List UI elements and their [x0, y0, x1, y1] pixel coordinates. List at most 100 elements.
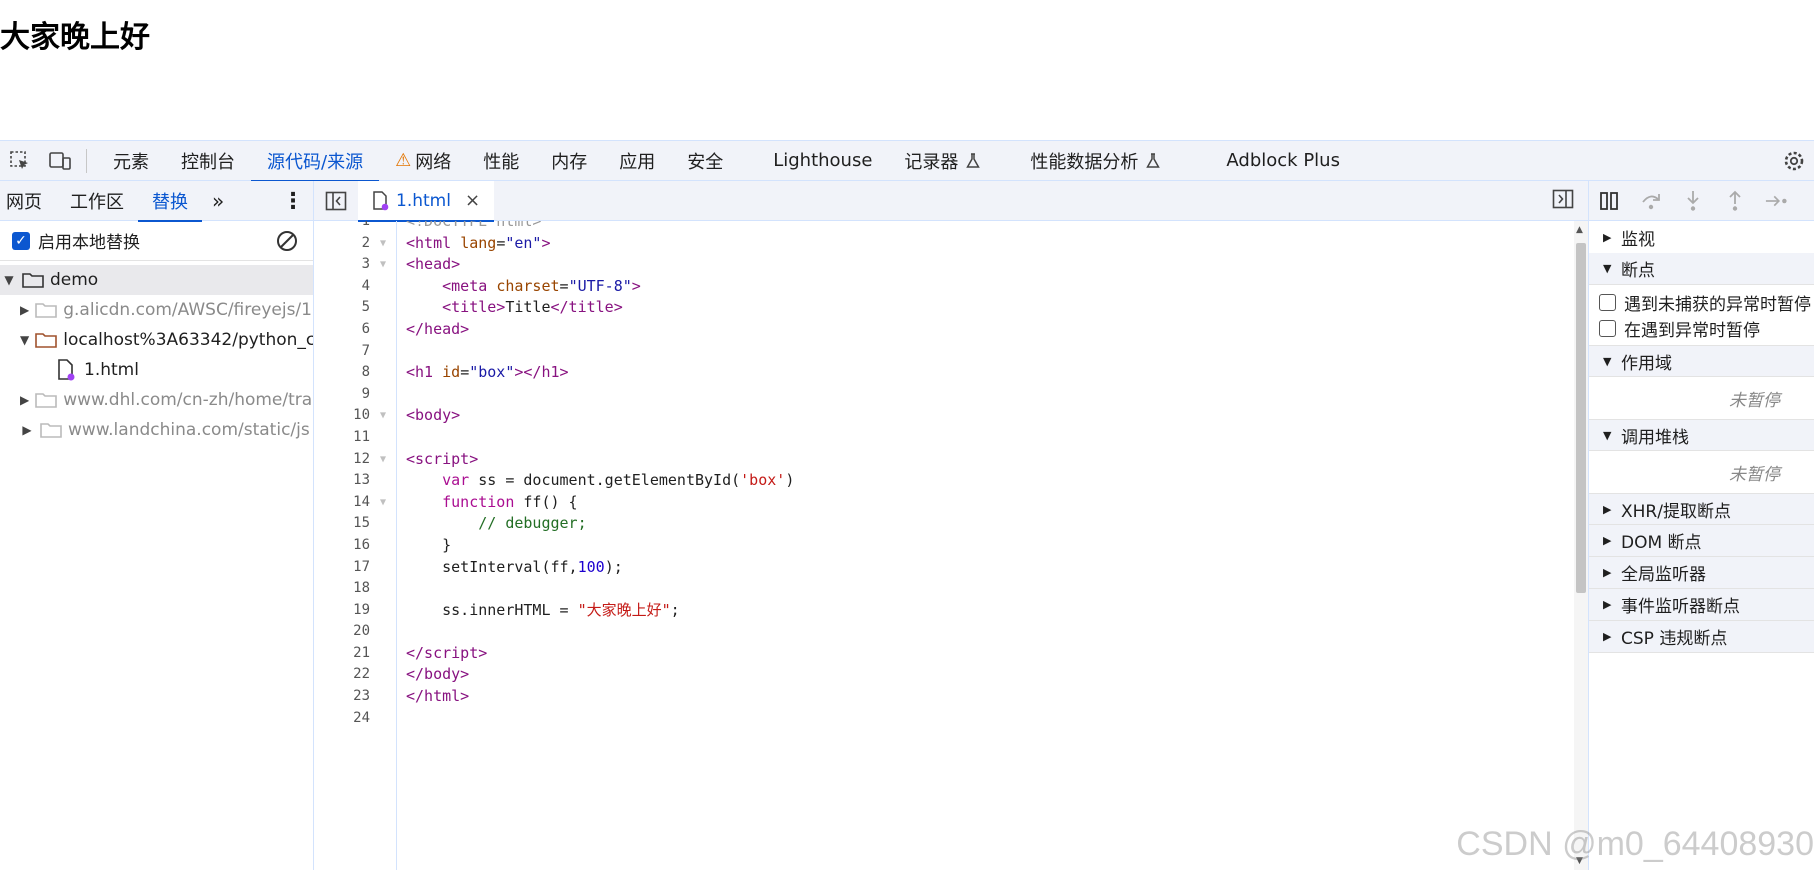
code-line: 4 <meta charset="UTF-8">: [361, 276, 641, 295]
fold-marker-icon: ▼: [380, 259, 387, 271]
folder-icon: [35, 333, 58, 348]
tab-recorder[interactable]: 记录器: [888, 141, 996, 181]
editor-scrollbar[interactable]: ▲ ▼: [1574, 221, 1588, 870]
editor-tab-1-html[interactable]: 1.html ×: [358, 180, 495, 222]
tab-console[interactable]: 控制台: [165, 141, 251, 181]
tab-workspace[interactable]: 工作区: [56, 181, 138, 221]
tab-sources[interactable]: 源代码/来源: [251, 141, 380, 182]
code-line: 18: [353, 580, 370, 597]
code-line: 15 // debugger;: [353, 514, 587, 533]
pause-caught-checkbox[interactable]: [1599, 319, 1616, 337]
toggle-navigator-icon[interactable]: [314, 191, 358, 211]
code-content[interactable]: 1 <!DOCTYPE html> 2 ▼ <html lang="en"> 3 ▼ <h…: [314, 221, 1574, 870]
devtools-main-toolbar: 元素 控制台 源代码/来源 ⚠ 网络 性能 内存 应用 安全 Lighthouse…: [0, 140, 1814, 182]
scroll-thumb[interactable]: [1576, 243, 1586, 593]
code-line: 17 setInterval(ff,100);: [353, 557, 623, 576]
section-global-listeners[interactable]: ▶ 全局监听器: [1589, 557, 1814, 589]
section-xhr-breakpoints[interactable]: ▶ XHR/提取断点: [1589, 493, 1814, 525]
code-line: 5 <title>Title</title>: [361, 298, 623, 317]
tab-performance-insights[interactable]: 性能数据分析: [1014, 141, 1176, 181]
tab-security[interactable]: 安全: [671, 141, 739, 181]
folder-icon: [22, 273, 44, 288]
pause-uncaught-row[interactable]: 遇到未捕获的异常时暂停: [1589, 289, 1814, 315]
toggle-debugger-icon[interactable]: [1552, 189, 1574, 213]
more-options-icon[interactable]: ⋮: [282, 189, 304, 214]
debugger-sidebar: ▶ 监视 ▼ 断点 遇到未捕获的异常时暂停 在遇到异常时暂停 ▼ 作用域 未暂停 ▼ 调…: [1588, 181, 1814, 870]
inspect-element-icon[interactable]: [0, 141, 40, 181]
section-scope[interactable]: ▼ 作用域: [1589, 345, 1814, 377]
tab-performance[interactable]: 性能: [467, 141, 535, 181]
warning-icon: ⚠: [395, 150, 412, 171]
enable-overrides-label: 启用本地替换: [38, 233, 140, 253]
tab-network[interactable]: ⚠ 网络: [379, 141, 467, 181]
tree-folder-demo[interactable]: ▼ demo: [0, 265, 313, 295]
tab-application[interactable]: 应用: [603, 141, 671, 181]
fold-marker-icon: ▼: [380, 237, 387, 249]
code-line: 13 var ss = document.getElementById('box…: [353, 471, 795, 490]
collapsed-triangle-icon: ▶: [20, 303, 30, 317]
tree-folder-dhl[interactable]: ▶ www.dhl.com/cn-zh/home/trac: [0, 385, 313, 415]
code-line: 14 ▼ function ff() {: [314, 492, 1554, 514]
clear-overrides-icon[interactable]: [275, 229, 299, 253]
tree-folder-alicdn[interactable]: ▶ g.alicdn.com/AWSC/fireyejs/1.2: [0, 295, 313, 325]
collapsed-triangle-icon: ▶: [1603, 230, 1612, 244]
page-heading: 大家晚上好: [0, 20, 150, 55]
folder-icon: [35, 303, 58, 318]
section-dom-breakpoints[interactable]: ▶ DOM 断点: [1589, 525, 1814, 557]
tab-overrides[interactable]: 替换: [138, 181, 202, 222]
more-tabs-button[interactable]: »: [202, 181, 234, 221]
code-line: 19 ss.innerHTML = "大家晚上好";: [353, 600, 680, 619]
code-line: 22 </body>: [353, 665, 470, 684]
file-modified-icon: [58, 359, 75, 381]
pause-uncaught-checkbox[interactable]: [1599, 293, 1616, 311]
code-line: 21 </script>: [353, 643, 488, 662]
folder-icon: [40, 423, 62, 438]
section-call-stack[interactable]: ▼ 调用堆栈: [1589, 419, 1814, 451]
tab-memory[interactable]: 内存: [535, 141, 603, 181]
debugger-toolbar: [1589, 181, 1814, 221]
scope-not-paused: 未暂停: [1729, 390, 1780, 411]
section-csp-violation-breakpoints[interactable]: ▶ CSP 违规断点: [1589, 621, 1814, 653]
navigator-tabs: 网页 工作区 替换 » ⋮: [0, 181, 313, 222]
section-breakpoints[interactable]: ▼ 断点: [1589, 253, 1814, 285]
tree-folder-localhost[interactable]: ▼ localhost%3A63342/python_co: [0, 325, 313, 355]
expanded-triangle-icon: ▼: [1603, 354, 1612, 368]
expanded-triangle-icon: ▼: [1603, 262, 1612, 275]
enable-overrides-checkbox[interactable]: ✓: [12, 231, 30, 250]
step-into-icon[interactable]: [1681, 189, 1705, 213]
collapsed-triangle-icon: ▶: [1603, 566, 1612, 579]
close-tab-icon[interactable]: ×: [465, 190, 480, 211]
tree-file-1-html[interactable]: 1.html: [0, 355, 313, 385]
collapsed-triangle-icon: ▶: [1603, 630, 1612, 643]
section-event-listener-breakpoints[interactable]: ▶ 事件监听器断点: [1589, 589, 1814, 621]
tab-page[interactable]: 网页: [0, 181, 56, 221]
fold-marker-icon: ▼: [380, 496, 387, 508]
folder-icon: [35, 393, 58, 408]
expanded-triangle-icon: ▼: [1603, 428, 1612, 442]
chevron-double-right-icon: »: [212, 188, 225, 213]
device-toolbar-icon[interactable]: [40, 141, 80, 181]
tab-elements[interactable]: 元素: [97, 141, 165, 181]
code-editor: 1.html × 1 <!DOCTYPE html> 2 ▼ <html lang="…: [314, 180, 1588, 870]
flask-icon: [1146, 152, 1161, 168]
step-over-icon[interactable]: [1639, 189, 1663, 213]
collapsed-triangle-icon: ▶: [1603, 534, 1612, 547]
code-line: 6 </head>: [361, 319, 470, 338]
tab-adblock-plus[interactable]: Adblock Plus: [1210, 141, 1356, 181]
tab-lighthouse[interactable]: Lighthouse: [757, 141, 888, 181]
code-line: 2 ▼ <html lang="en">: [314, 233, 1554, 255]
code-line: 10 ▼ <body>: [314, 405, 1554, 427]
pause-icon[interactable]: [1597, 189, 1621, 213]
collapsed-triangle-icon: ▶: [22, 423, 32, 437]
editor-tab-bar: 1.html ×: [314, 180, 1588, 222]
code-line: 12 ▼ <script>: [314, 449, 1554, 471]
code-line: 16 }: [353, 535, 452, 554]
scroll-up-icon[interactable]: ▲: [1576, 225, 1583, 235]
step-out-icon[interactable]: [1723, 189, 1747, 213]
overrides-tree: ▼ demo ▶ g.alicdn.com/AWSC/fireyejs/1.2 …: [0, 261, 313, 445]
pause-caught-row[interactable]: 在遇到异常时暂停: [1589, 315, 1814, 341]
settings-gear-icon[interactable]: [1774, 141, 1814, 181]
section-watch[interactable]: ▶ 监视: [1589, 221, 1814, 253]
tree-folder-landchina[interactable]: ▶ www.landchina.com/static/js: [0, 415, 313, 445]
step-icon[interactable]: [1765, 189, 1789, 213]
